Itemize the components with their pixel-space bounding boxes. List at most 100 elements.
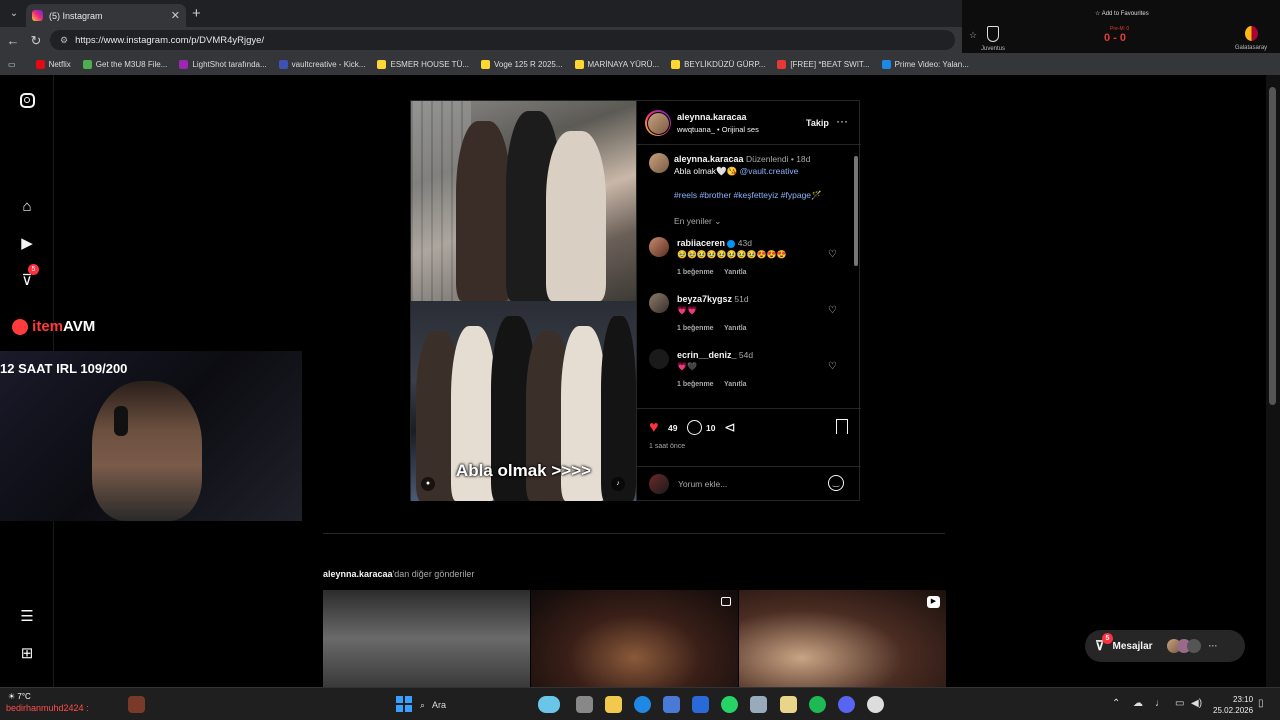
emoji-icon[interactable]: ‿ <box>828 475 844 491</box>
bookmark-item[interactable]: LightShot tarafında... <box>173 59 272 69</box>
messages-button[interactable]: ⊽ 5 Mesajlar ··· <box>1085 630 1245 662</box>
windows-start-icon[interactable] <box>396 696 413 713</box>
weather-widget[interactable]: ☀ 7°C <box>8 692 31 701</box>
bookmark-label: [FREE] *BEAT SWIT... <box>790 59 870 69</box>
network-icon[interactable]: ▭ <box>1175 698 1184 709</box>
like-heart-icon[interactable]: ♥ <box>649 419 659 437</box>
bookmark-favicon-icon <box>278 59 288 69</box>
weather-icon: ☀ <box>8 692 16 701</box>
comment-username[interactable]: beyza7kygsz <box>677 294 732 304</box>
caption-hashtags[interactable]: #reels #brother #keşfetteyiz #fypage🪄 <box>674 190 822 201</box>
bookmark-item[interactable]: [FREE] *BEAT SWIT... <box>771 59 875 69</box>
discord-icon[interactable] <box>838 696 855 713</box>
widget-icon[interactable] <box>538 696 560 713</box>
reply-button[interactable]: Yanıtla <box>724 381 747 388</box>
edge-icon[interactable] <box>634 696 651 713</box>
author-username[interactable]: aleynna.karacaa <box>677 112 747 122</box>
comment-like-icon[interactable]: ♡ <box>828 305 837 316</box>
file-explorer-icon[interactable] <box>605 696 622 713</box>
headset-icon <box>114 406 128 436</box>
save-bookmark-icon[interactable] <box>836 419 848 434</box>
store-icon[interactable] <box>663 696 680 713</box>
comment-avatar[interactable] <box>649 349 669 369</box>
instagram-logo-icon[interactable] <box>17 90 37 110</box>
browser-tab-bar: ⌄ (5) Instagram ✕ + <box>0 0 962 27</box>
webcam-overlay: 12 SAAT IRL 109/200 <box>0 351 302 521</box>
microphone-icon[interactable]: ♩ <box>1155 698 1165 709</box>
audio-label[interactable]: wwqtuana_ • Orijinal ses <box>677 125 759 134</box>
app-icon[interactable] <box>750 696 767 713</box>
whatsapp-icon[interactable] <box>721 696 738 713</box>
tagged-people-icon[interactable]: ● <box>421 477 435 491</box>
more-post-thumbnail[interactable]: ▶ <box>739 590 946 687</box>
site-info-icon[interactable]: ⚙ <box>60 35 68 46</box>
comment-icon[interactable] <box>687 420 702 435</box>
star-icon[interactable]: ☆ <box>969 30 977 41</box>
comment-likes[interactable]: 1 beğenme <box>677 269 714 276</box>
caption-avatar[interactable] <box>649 153 669 173</box>
url-input[interactable]: ⚙ https://www.instagram.com/p/DVMR4yRjgy… <box>50 30 955 50</box>
bookmark-item[interactable]: MARİNAYA YÜRÜ... <box>569 59 666 69</box>
new-tab-icon[interactable]: + <box>192 5 201 22</box>
page-scrollbar[interactable] <box>1266 75 1280 687</box>
comment-input[interactable]: Yorum ekle... <box>678 479 727 489</box>
comment-likes[interactable]: 1 beğenme <box>677 381 714 388</box>
direct-messages-icon[interactable]: ⊽ 5 <box>17 264 39 290</box>
mail-icon[interactable] <box>692 696 709 713</box>
bookmark-item[interactable]: ESMER HOUSE TÜ... <box>371 59 475 69</box>
also-from-meta-icon[interactable]: ⊞ <box>17 643 37 663</box>
reply-button[interactable]: Yanıtla <box>724 325 747 332</box>
comment-avatar[interactable] <box>649 237 669 257</box>
bookmark-item[interactable]: BEYLİKDÜZÜ GÜRP... <box>665 59 771 69</box>
more-posts-author[interactable]: aleynna.karacaa <box>323 569 393 579</box>
share-icon[interactable]: ⊲ <box>724 419 736 436</box>
bookmarks-menu-icon[interactable]: ▭ <box>0 60 30 69</box>
comment-username[interactable]: rabiiaceren <box>677 238 725 248</box>
more-post-thumbnail[interactable] <box>531 590 738 687</box>
comment-like-icon[interactable]: ♡ <box>828 249 837 260</box>
volume-icon[interactable]: ♪ <box>611 477 625 491</box>
direct-messages-icon: ⊽ 5 <box>1095 633 1113 654</box>
reply-button[interactable]: Yanıtla <box>724 269 747 276</box>
system-clock[interactable]: 23:10 25.02.2026 <box>1213 694 1253 716</box>
tab-list-icon[interactable]: ⌄ <box>6 6 22 22</box>
post-media[interactable]: Abla olmak >>>> ● ♪ <box>411 101 636 501</box>
tray-overflow-icon[interactable]: ⌃ <box>1112 698 1120 709</box>
comment-avatar[interactable] <box>649 293 669 313</box>
more-posts-title: aleynna.karacaa'dan diğer gönderiler <box>323 569 475 579</box>
add-to-favourites-button[interactable]: ☆ Add to Favourites <box>1095 10 1149 17</box>
sort-dropdown[interactable]: En yeniler ⌄ <box>674 216 721 227</box>
comment-likes[interactable]: 1 beğenme <box>677 325 714 332</box>
more-options-icon[interactable]: ··· <box>836 114 848 128</box>
bookmark-item[interactable]: Netflix <box>30 59 77 69</box>
back-icon[interactable]: ← <box>5 33 21 48</box>
chevron-down-icon: ⌄ <box>714 216 722 226</box>
app-icon-2[interactable] <box>780 696 797 713</box>
close-tab-icon[interactable]: ✕ <box>171 9 180 22</box>
comment-username[interactable]: ecrin__deniz_ <box>677 350 737 360</box>
bookmark-item[interactable]: Prime Video: Yalan... <box>876 59 975 69</box>
task-view-icon[interactable] <box>576 696 593 713</box>
cloud-icon[interactable]: ☁ <box>1133 698 1143 709</box>
bookmark-item[interactable]: Voge 125 R 2025... <box>475 59 569 69</box>
spotify-icon[interactable] <box>809 696 826 713</box>
browser-tab[interactable]: (5) Instagram ✕ <box>26 4 186 27</box>
reels-icon[interactable]: ▶ <box>17 233 37 253</box>
reload-icon[interactable]: ↻ <box>28 33 44 49</box>
volume-icon[interactable]: ◀) <box>1191 698 1202 709</box>
follow-button[interactable]: Takip <box>806 118 829 128</box>
comment-like-icon[interactable]: ♡ <box>828 361 837 372</box>
chrome-icon[interactable] <box>867 696 884 713</box>
notification-icon[interactable]: ▯ <box>1258 698 1264 709</box>
bookmark-item[interactable]: Get the M3U8 File... <box>77 59 174 69</box>
home-icon[interactable]: ⌂ <box>17 196 37 216</box>
more-icon[interactable]: ··· <box>1209 641 1218 651</box>
caption-mention[interactable]: @vault.creative <box>740 166 799 176</box>
more-post-thumbnail[interactable] <box>323 590 530 687</box>
taskbar-search[interactable]: ⌕ Ara <box>420 695 510 715</box>
caption-username[interactable]: aleynna.karacaa <box>674 154 744 164</box>
more-menu-icon[interactable]: ☰ <box>17 606 37 626</box>
author-avatar[interactable] <box>645 110 671 136</box>
bookmark-item[interactable]: vaultcreative - Kick... <box>273 59 372 69</box>
comments-scrollbar[interactable] <box>854 156 858 266</box>
